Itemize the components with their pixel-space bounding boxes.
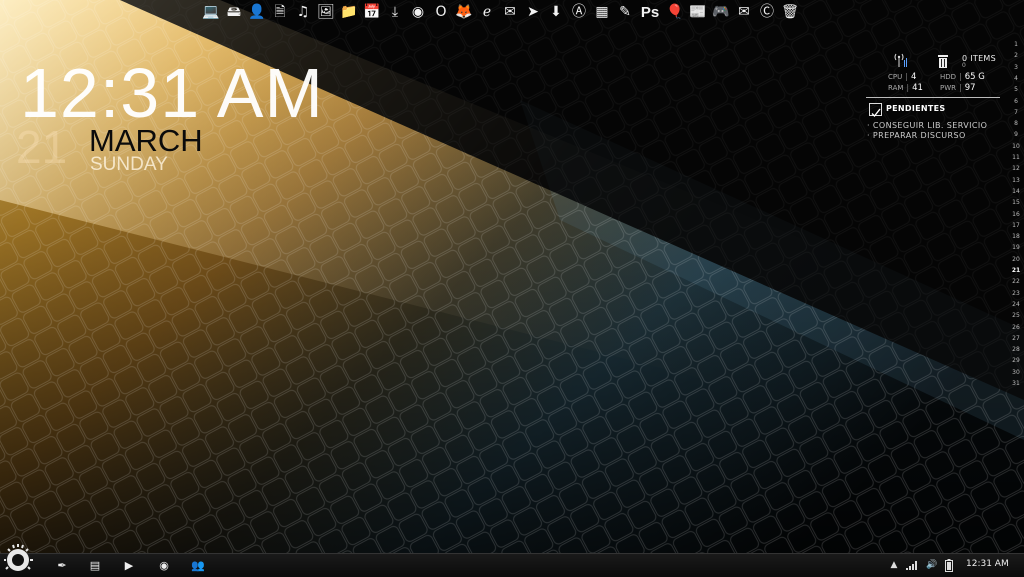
user-icon[interactable]: 👤 bbox=[247, 2, 267, 22]
firefox-icon[interactable]: 🦊 bbox=[454, 2, 474, 22]
calendar-day: 12 bbox=[1012, 165, 1020, 173]
feather-icon[interactable]: ✒ bbox=[54, 557, 70, 573]
taskbar bbox=[0, 553, 1024, 577]
folder-icon[interactable]: 📁 bbox=[339, 2, 359, 22]
power-stat: PWR | 97 bbox=[940, 83, 976, 93]
top-dock: 💻 🖴 👤 🗎 ♫ 🖼 📁 📅 ⤓ ◉ O 🦊 ℯ ✉ ➤ ⬇ Ⓐ ▦ ✎ Ps… bbox=[201, 2, 800, 24]
calendar-day: 8 bbox=[1014, 120, 1018, 128]
clock-weekday: SUNDAY bbox=[90, 154, 168, 175]
checkbox-icon[interactable] bbox=[869, 103, 882, 118]
todo-item[interactable]: · PREPARAR DISCURSO bbox=[867, 131, 966, 140]
volume-icon[interactable]: 🔊 bbox=[926, 558, 938, 572]
calendar-day: 11 bbox=[1012, 154, 1020, 161]
hdd-stat: HDD | 65 G bbox=[940, 72, 985, 82]
calendar-day: 15 bbox=[1012, 199, 1020, 207]
inbox-icon[interactable]: ✉ bbox=[734, 2, 754, 22]
todo-title: PENDIENTES bbox=[886, 104, 946, 113]
calendar-day: 5 bbox=[1014, 86, 1018, 94]
system-monitor: 0 ITEMS 0 CPU | 4 RAM | 41 HDD | 65 G PWR | 97 bbox=[885, 52, 1005, 96]
trash-icon[interactable]: 🗑 bbox=[780, 2, 800, 22]
calendar-day: 13 bbox=[1012, 176, 1020, 184]
calendar-day: 26 bbox=[1012, 323, 1020, 331]
calendar-day: 4 bbox=[1014, 74, 1018, 82]
todo-item[interactable]: · CONSEGUIR LIB. SERVICIO bbox=[867, 121, 987, 130]
calendar-day: 20 bbox=[1012, 255, 1020, 263]
contacts-icon[interactable]: 👥 bbox=[190, 557, 206, 573]
computer-icon[interactable]: 💻 bbox=[201, 2, 221, 22]
calendar-day: 16 bbox=[1012, 210, 1020, 218]
chrome-icon[interactable]: ◉ bbox=[156, 557, 172, 573]
calendar-day: 30 bbox=[1012, 368, 1020, 376]
balloon-icon[interactable]: 🎈 bbox=[665, 2, 685, 22]
news-icon[interactable]: 📰 bbox=[688, 2, 708, 22]
recycle-bin-icon[interactable] bbox=[937, 54, 949, 68]
ram-stat: RAM | 41 bbox=[888, 83, 923, 93]
recycle-bin-size: 0 bbox=[962, 62, 966, 69]
calendar-day: 18 bbox=[1012, 233, 1020, 241]
calendar-day: 29 bbox=[1012, 357, 1020, 365]
hard-drive-icon[interactable]: 🖴 bbox=[224, 2, 244, 22]
calendar-day: 25 bbox=[1012, 312, 1020, 320]
calendar-day: 28 bbox=[1012, 346, 1020, 354]
clock-day: 21 bbox=[16, 121, 68, 173]
photoshop-icon[interactable]: Ps bbox=[638, 2, 662, 22]
calendar-day: 9 bbox=[1014, 131, 1018, 139]
calendar-day: 3 bbox=[1014, 63, 1018, 71]
taskbar-clock[interactable]: 12:31 AM bbox=[966, 559, 1009, 569]
clock-month: MARCH bbox=[89, 123, 203, 158]
cpu-stat: CPU | 4 bbox=[888, 72, 917, 82]
calendar-day: 27 bbox=[1012, 334, 1020, 342]
calendar-day: 31 bbox=[1012, 380, 1020, 387]
media-play-icon[interactable]: ▶ bbox=[121, 557, 137, 573]
calendar-day: 17 bbox=[1012, 221, 1020, 229]
ccleaner-icon[interactable]: Ⓒ bbox=[757, 2, 777, 22]
downloads-icon[interactable]: ⤓ bbox=[385, 2, 405, 22]
torrent-icon[interactable]: ⬇ bbox=[546, 2, 566, 22]
opera-icon[interactable]: O bbox=[431, 2, 451, 22]
email-icon[interactable]: ✉ bbox=[500, 2, 520, 22]
calendar-day: 1 bbox=[1014, 41, 1018, 48]
gamepad-icon[interactable]: 🎮 bbox=[711, 2, 731, 22]
calendar-day: 6 bbox=[1014, 97, 1018, 105]
explorer-icon[interactable]: ▤ bbox=[87, 557, 103, 573]
calendar-day: 22 bbox=[1012, 278, 1020, 286]
recycle-bin-items: 0 ITEMS bbox=[962, 54, 997, 63]
calendar-day: 10 bbox=[1012, 142, 1020, 150]
calendar-day: 21 bbox=[1011, 267, 1021, 274]
calendar-day: 14 bbox=[1012, 187, 1020, 195]
wifi-signal-icon bbox=[894, 53, 907, 67]
calendar-day: 19 bbox=[1012, 244, 1020, 252]
internet-explorer-icon[interactable]: ℯ bbox=[477, 2, 497, 22]
calendar-icon[interactable]: 📅 bbox=[362, 2, 382, 22]
battery-icon[interactable] bbox=[943, 558, 955, 572]
widget-divider bbox=[866, 97, 1000, 98]
calendar-day: 7 bbox=[1014, 108, 1018, 116]
signal-icon[interactable] bbox=[906, 558, 918, 572]
pictures-icon[interactable]: 🖼 bbox=[316, 2, 336, 22]
documents-icon[interactable]: 🗎 bbox=[270, 2, 290, 22]
anarchy-icon[interactable]: Ⓐ bbox=[569, 2, 589, 22]
calendar-day: 24 bbox=[1012, 300, 1020, 308]
calendar-day: 23 bbox=[1012, 289, 1020, 297]
start-button[interactable] bbox=[0, 541, 40, 576]
cursor-icon[interactable]: ➤ bbox=[523, 2, 543, 22]
calculator-icon[interactable]: ▦ bbox=[592, 2, 612, 22]
chrome-icon[interactable]: ◉ bbox=[408, 2, 428, 22]
music-icon[interactable]: ♫ bbox=[293, 2, 313, 22]
calendar-day: 2 bbox=[1014, 52, 1018, 60]
show-hidden-icon[interactable]: ▲ bbox=[888, 558, 900, 572]
notepad-icon[interactable]: ✎ bbox=[615, 2, 635, 22]
